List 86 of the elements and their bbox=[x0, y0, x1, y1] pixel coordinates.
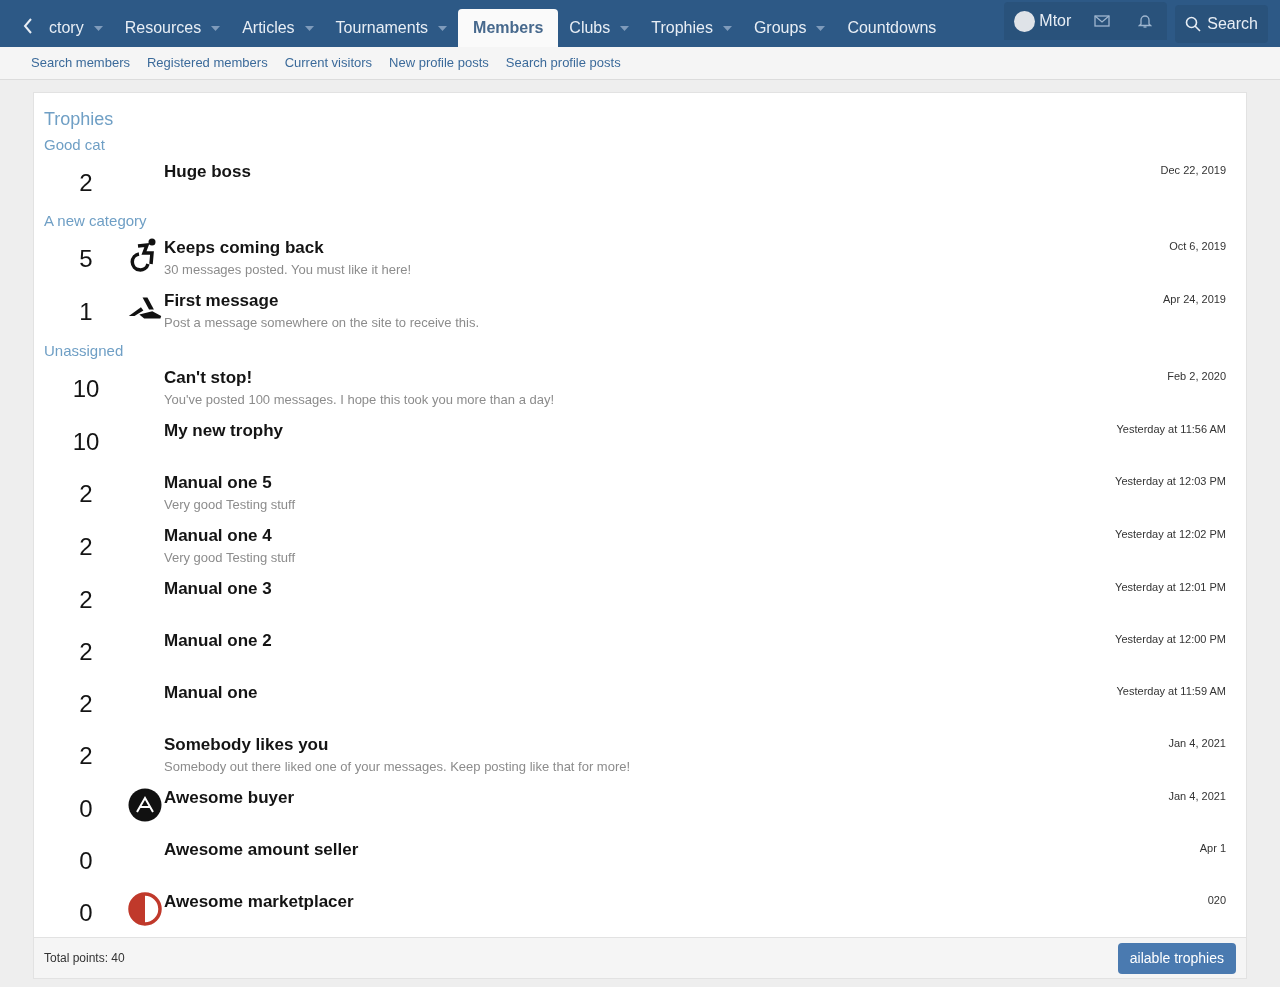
trophy-title: Manual one 3 bbox=[164, 578, 273, 600]
nav-tab[interactable]: Groups bbox=[742, 9, 837, 47]
trophy-title: Manual one 2 bbox=[164, 630, 273, 652]
nav-tab[interactable]: Members bbox=[458, 9, 559, 47]
trophy-points: 10 bbox=[71, 427, 101, 457]
caret-icon[interactable] bbox=[816, 25, 826, 31]
search-button[interactable]: Search bbox=[1175, 4, 1268, 43]
award-date: 020 bbox=[1207, 893, 1227, 908]
category-heading: A new category bbox=[44, 211, 148, 231]
trophy-points: 0 bbox=[78, 898, 94, 928]
trophy-title: First message bbox=[164, 290, 280, 312]
award-date: Feb 2, 2020 bbox=[1167, 369, 1227, 384]
trophy-title: Manual one bbox=[164, 682, 259, 704]
award-date: Yesterday at 11:56 AM bbox=[1116, 422, 1227, 437]
caret-icon[interactable] bbox=[304, 25, 314, 31]
trophy-title: My new trophy bbox=[164, 420, 284, 442]
award-date: Apr 24, 2019 bbox=[1163, 292, 1227, 307]
trophy-title: Manual one 4 bbox=[164, 525, 273, 547]
page-title: Trophies bbox=[44, 108, 115, 131]
trophy-description: Very good Testing stuff bbox=[164, 549, 297, 567]
trophy-title: Manual one 5 bbox=[164, 472, 273, 494]
wedge-logo-icon bbox=[128, 294, 162, 322]
nav-tab[interactable]: Clubs bbox=[558, 9, 641, 47]
trophies-button[interactable]: ailable trophies bbox=[1117, 942, 1236, 974]
mail-icon[interactable] bbox=[1094, 14, 1111, 28]
trophy-points: 2 bbox=[78, 168, 94, 198]
total-points: Total points: 40 bbox=[44, 950, 125, 967]
trophy-points: 0 bbox=[78, 846, 94, 876]
subnav-link[interactable]: Search profile posts bbox=[505, 53, 621, 73]
letter-a-icon bbox=[128, 788, 162, 822]
caret-icon[interactable] bbox=[211, 25, 221, 31]
search-icon bbox=[1185, 15, 1202, 32]
trophy-points: 2 bbox=[78, 689, 94, 719]
user-menu[interactable]: Mtor bbox=[1004, 2, 1168, 40]
caret-icon[interactable] bbox=[620, 25, 630, 31]
award-date: Yesterday at 12:03 PM bbox=[1115, 474, 1227, 489]
bell-icon[interactable] bbox=[1138, 13, 1153, 29]
nav-tab[interactable]: Tournaments bbox=[324, 9, 459, 47]
trophy-points: 1 bbox=[78, 297, 94, 327]
trophy-description: You've posted 100 messages. I hope this took you more than a day! bbox=[164, 391, 556, 409]
trophy-title: Somebody likes you bbox=[164, 734, 330, 756]
trophy-points: 2 bbox=[78, 637, 94, 667]
subnav-link[interactable]: Search members bbox=[31, 53, 130, 73]
nav-tab[interactable]: ctory bbox=[38, 9, 114, 47]
trophy-points: 2 bbox=[78, 532, 94, 562]
category-heading: Unassigned bbox=[44, 341, 125, 361]
caret-icon[interactable] bbox=[438, 25, 448, 31]
category-heading: Good cat bbox=[44, 135, 106, 155]
trophy-description: 30 messages posted. You must like it here! bbox=[164, 261, 413, 279]
subnav-link[interactable]: Registered members bbox=[147, 53, 268, 73]
subnav-link[interactable]: Current visitors bbox=[284, 53, 373, 73]
trophy-points: 10 bbox=[71, 374, 101, 404]
award-date: Jan 4, 2021 bbox=[1168, 789, 1227, 804]
award-date: Yesterday at 12:02 PM bbox=[1115, 527, 1227, 542]
nav-tab[interactable]: Articles bbox=[231, 9, 325, 47]
award-date: Oct 6, 2019 bbox=[1169, 239, 1227, 254]
trophy-title: Awesome marketplacer bbox=[164, 891, 355, 913]
caret-icon[interactable] bbox=[722, 25, 732, 31]
trophy-points: 2 bbox=[78, 741, 94, 771]
award-date: Apr 1 bbox=[1199, 841, 1227, 856]
nav-tab[interactable]: Trophies bbox=[640, 9, 743, 47]
half-circle-icon bbox=[128, 892, 162, 926]
trophy-points: 5 bbox=[78, 244, 94, 274]
trophy-points: 2 bbox=[78, 585, 94, 615]
avatar-icon bbox=[1014, 10, 1036, 32]
nav-tab[interactable]: Countdowns bbox=[836, 9, 948, 47]
trophy-title: Keeps coming back bbox=[164, 237, 325, 259]
trophy-title: Huge boss bbox=[164, 161, 252, 183]
award-date: Yesterday at 12:01 PM bbox=[1115, 580, 1227, 595]
username[interactable]: Mtor bbox=[1039, 9, 1072, 33]
nav-tab[interactable]: Resources bbox=[113, 9, 232, 47]
caret-icon[interactable] bbox=[93, 25, 103, 31]
award-date: Yesterday at 11:59 AM bbox=[1116, 684, 1227, 699]
award-date: Jan 4, 2021 bbox=[1168, 736, 1227, 751]
award-date: Yesterday at 12:00 PM bbox=[1115, 632, 1227, 647]
trophy-title: Can't stop! bbox=[164, 367, 254, 389]
subnav-link[interactable]: New profile posts bbox=[389, 53, 489, 73]
back-icon[interactable] bbox=[22, 17, 34, 35]
trophy-title: Awesome buyer bbox=[164, 787, 296, 809]
trophy-points: 2 bbox=[78, 479, 94, 509]
trophy-points: 0 bbox=[78, 794, 94, 824]
trophy-description: Somebody out there liked one of your messages. Keep posting like that for more! bbox=[164, 758, 632, 776]
trophy-description: Very good Testing stuff bbox=[164, 496, 297, 514]
trophy-title: Awesome amount seller bbox=[164, 839, 360, 861]
trophy-description: Post a message somewhere on the site to receive this. bbox=[164, 314, 481, 332]
award-date: Dec 22, 2019 bbox=[1160, 163, 1227, 178]
